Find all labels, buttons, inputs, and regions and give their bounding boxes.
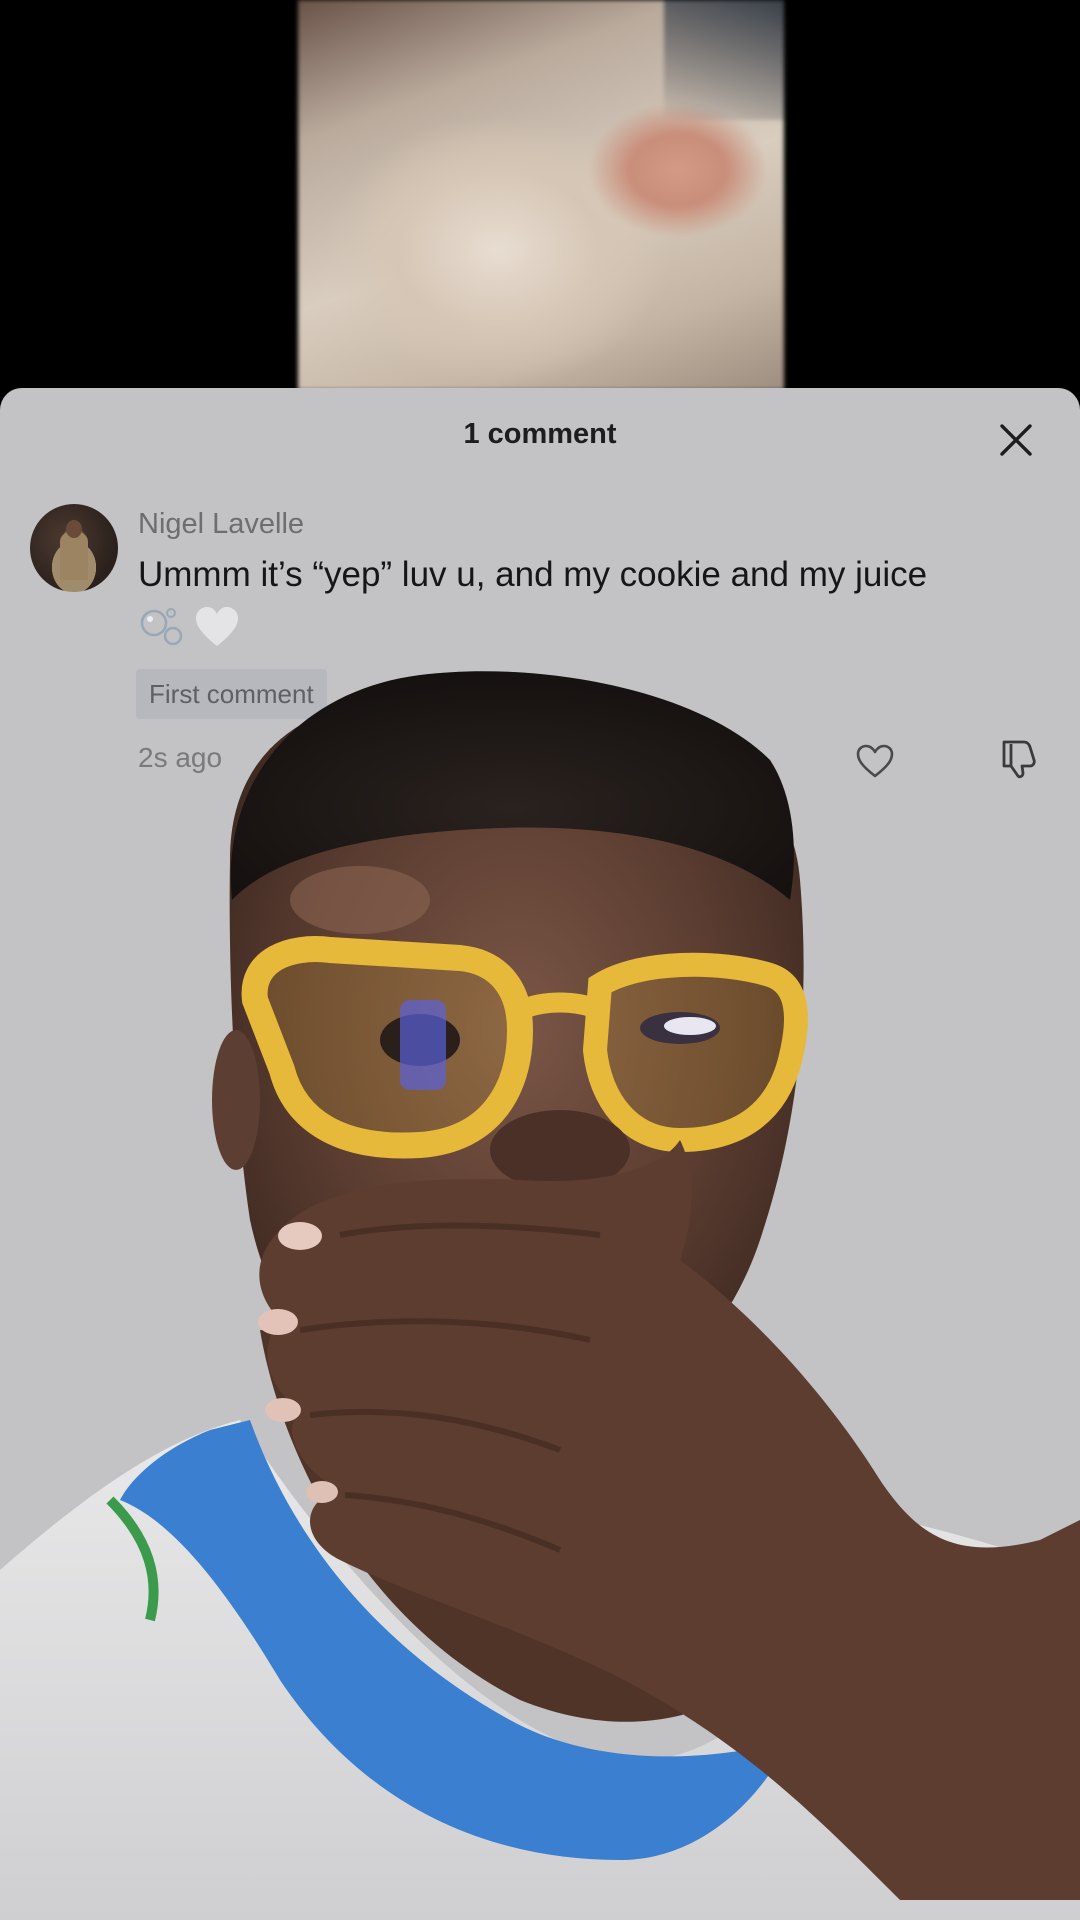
comment-text: Ummm it’s “yep” luv u, and my cookie and… [138, 555, 928, 594]
video-shadow [664, 0, 784, 120]
avatar[interactable] [30, 504, 118, 592]
comment-timestamp: 2s ago [138, 742, 223, 773]
comment-username[interactable]: Nigel Lavelle [138, 508, 304, 541]
heart-outline-icon[interactable] [855, 742, 895, 782]
thumbs-down-icon[interactable] [998, 736, 1040, 780]
comments-count-title: 1 comment [463, 418, 617, 450]
bubbles-emoji-icon [140, 608, 183, 646]
video-thumbnail[interactable] [298, 0, 784, 390]
screen: 1 comment Nigel Lavelle Ummm it’s “yep” … [0, 0, 1080, 1920]
first-comment-badge: First comment [136, 669, 327, 719]
close-icon[interactable] [996, 420, 1036, 460]
emoji-row [138, 604, 240, 652]
avatar-head [66, 520, 82, 538]
comments-panel: 1 comment Nigel Lavelle Ummm it’s “yep” … [0, 388, 1080, 1920]
grey-heart-emoji-icon [196, 607, 238, 646]
avatar-figure [60, 532, 88, 580]
reply-button[interactable]: Rep [268, 742, 321, 774]
